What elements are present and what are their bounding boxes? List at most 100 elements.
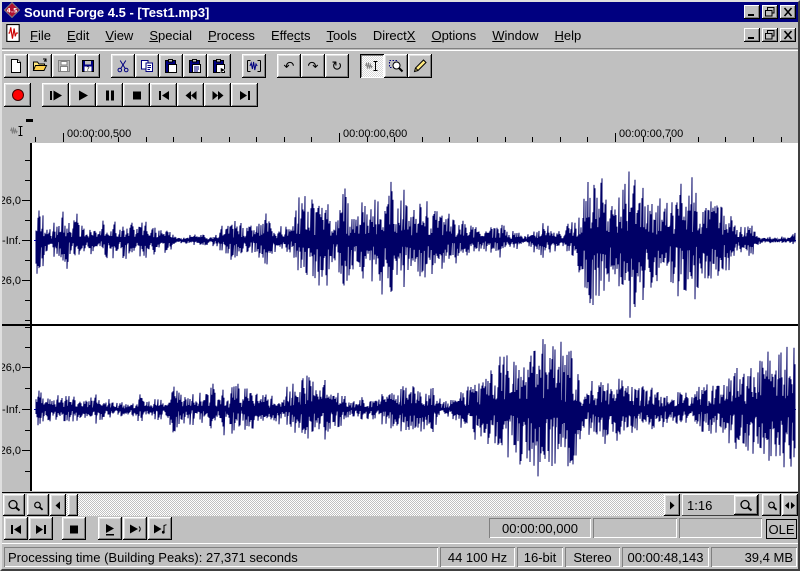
menu-process[interactable]: Process xyxy=(200,27,263,44)
scrollbar-thumb[interactable] xyxy=(68,494,78,516)
channel-divider[interactable] xyxy=(2,324,798,326)
open-folder-icon xyxy=(32,58,48,74)
time-ruler[interactable]: 00:00:00,50000:00:00,60000:00:00,700 xyxy=(2,124,798,143)
zoom-ratio-mag-button[interactable] xyxy=(734,495,758,515)
repeat-button[interactable]: ↻ xyxy=(325,54,349,78)
edit-tool-button[interactable] xyxy=(360,54,384,78)
level-ruler[interactable]: -26,0-Inf.-26,0-26,0-Inf.-26,0 xyxy=(2,143,30,491)
arrow-left-button[interactable] xyxy=(50,494,66,516)
playbar-play-sample-button[interactable] xyxy=(148,517,172,540)
menu-help[interactable]: Help xyxy=(547,27,590,44)
titlebar[interactable]: 4.5 Sound Forge 4.5 - [Test1.mp3] xyxy=(2,2,798,22)
stop-button[interactable] xyxy=(123,83,150,107)
play-normal-icon xyxy=(102,521,118,537)
ole-drag-source[interactable]: OLE xyxy=(766,519,797,539)
waveform-display[interactable] xyxy=(32,143,798,491)
redo-button[interactable]: ↷ xyxy=(301,54,325,78)
pause-button[interactable] xyxy=(96,83,123,107)
svg-text:?: ? xyxy=(86,65,89,73)
new-document-button[interactable] xyxy=(4,54,28,78)
data-window: -26,0-Inf.-26,0-26,0-Inf.-26,0 xyxy=(2,143,798,491)
save-all-icon: ? xyxy=(80,58,96,74)
playbar-stop-button[interactable] xyxy=(62,517,86,540)
zoom-out-mag-button[interactable] xyxy=(3,494,25,516)
child-minimize-button[interactable] xyxy=(744,28,760,42)
open-folder-button[interactable] xyxy=(28,54,52,78)
copy-icon xyxy=(139,58,155,74)
paste-icon xyxy=(163,58,179,74)
playbar-play-normal-button[interactable] xyxy=(98,517,122,540)
svg-text:-Inf.: -Inf. xyxy=(2,404,21,416)
zoom-in-mag-icon xyxy=(30,497,46,513)
scrollbar-track[interactable] xyxy=(50,494,664,516)
svg-text:↶: ↶ xyxy=(284,59,295,74)
paste-button[interactable] xyxy=(159,54,183,78)
app-icon[interactable]: 4.5 xyxy=(4,2,20,23)
cut-button[interactable] xyxy=(111,54,135,78)
copy-button[interactable] xyxy=(135,54,159,78)
play-sample-icon xyxy=(152,521,168,537)
zoom-level-mag-button[interactable] xyxy=(762,494,781,516)
play-icon xyxy=(75,87,91,103)
ruler-corner xyxy=(2,124,32,143)
play-all-button[interactable] xyxy=(42,83,69,107)
menu-options[interactable]: Options xyxy=(423,27,484,44)
repeat-icon: ↻ xyxy=(329,58,345,74)
document-icon[interactable] xyxy=(4,24,22,47)
overview-bar[interactable] xyxy=(2,110,798,124)
status-channels[interactable]: Stereo xyxy=(565,547,620,567)
menu-file[interactable]: File xyxy=(22,27,59,44)
trim-button[interactable] xyxy=(242,54,266,78)
record-button[interactable] xyxy=(4,83,31,107)
arrow-left-icon xyxy=(50,497,66,513)
pencil-tool-icon xyxy=(412,58,428,74)
goto-start-icon xyxy=(156,87,172,103)
goto-start-button[interactable] xyxy=(150,83,177,107)
status-bit-depth[interactable]: 16-bit xyxy=(517,547,563,567)
playbar-play-plain-button[interactable] xyxy=(123,517,147,540)
h-resize-button[interactable] xyxy=(782,494,798,516)
status-sample-rate[interactable]: 44 100 Hz xyxy=(440,547,515,567)
window-minimize-button[interactable] xyxy=(744,5,760,19)
undo-button[interactable]: ↶ xyxy=(277,54,301,78)
menu-effects[interactable]: Effects xyxy=(263,27,319,44)
h-resize-icon xyxy=(782,497,798,513)
play-button[interactable] xyxy=(69,83,96,107)
menu-window[interactable]: Window xyxy=(484,27,546,44)
arrow-right-button[interactable] xyxy=(664,494,680,516)
playbar-goto-end-button[interactable] xyxy=(29,517,53,540)
paste-to-new-button[interactable] xyxy=(207,54,231,78)
child-close-button[interactable] xyxy=(780,28,796,42)
svg-text:-26,0: -26,0 xyxy=(2,445,21,457)
record-icon xyxy=(10,87,26,103)
win-close-icon xyxy=(782,5,794,20)
child-restore-button[interactable] xyxy=(762,28,778,42)
button-group xyxy=(111,54,231,78)
paste-special-button[interactable] xyxy=(183,54,207,78)
playbar-goto-start-button[interactable] xyxy=(4,517,28,540)
save-button[interactable] xyxy=(52,54,76,78)
view-position-marker xyxy=(26,119,33,122)
forward-button[interactable] xyxy=(204,83,231,107)
svg-text:-26,0: -26,0 xyxy=(2,362,21,374)
redo-icon: ↷ xyxy=(305,58,321,74)
menu-directx[interactable]: DirectX xyxy=(365,27,424,44)
window-close-button[interactable] xyxy=(780,5,796,19)
goto-end-icon xyxy=(33,521,49,537)
magnify-tool-button[interactable] xyxy=(384,54,408,78)
zoom-in-mag-button[interactable] xyxy=(27,494,49,516)
save-all-button[interactable]: ? xyxy=(76,54,100,78)
status-message: Processing time (Building Peaks): 27,371… xyxy=(4,547,438,567)
rewind-icon xyxy=(183,87,199,103)
rewind-button[interactable] xyxy=(177,83,204,107)
button-group: ? xyxy=(4,54,100,78)
win-minimize-icon xyxy=(746,28,758,43)
window-restore-button[interactable] xyxy=(762,5,778,19)
menu-special[interactable]: Special xyxy=(141,27,200,44)
menu-tools[interactable]: Tools xyxy=(318,27,364,44)
menu-view[interactable]: View xyxy=(97,27,141,44)
pencil-tool-button[interactable] xyxy=(408,54,432,78)
time-ruler-scale[interactable]: 00:00:00,50000:00:00,60000:00:00,700 xyxy=(32,124,798,143)
goto-end-button[interactable] xyxy=(231,83,258,107)
menu-edit[interactable]: Edit xyxy=(59,27,97,44)
